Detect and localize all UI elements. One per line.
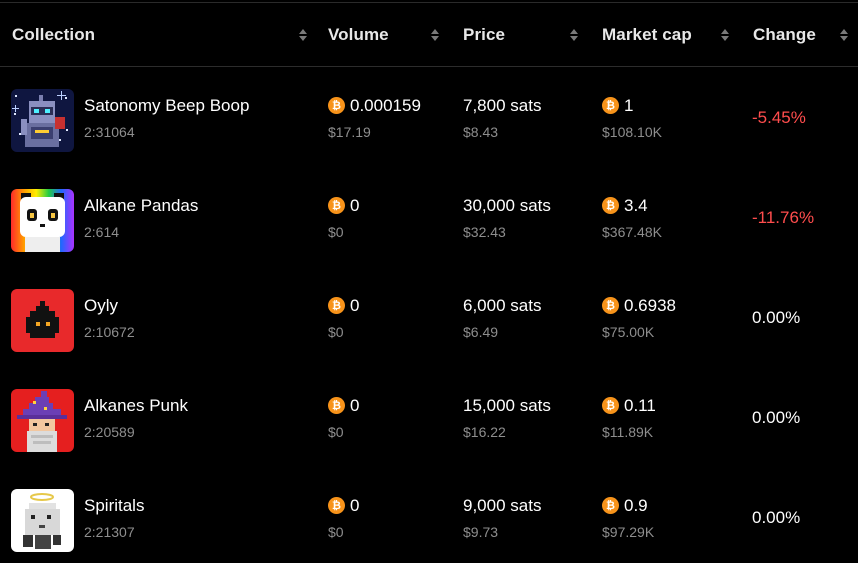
volume-btc: 0 bbox=[350, 496, 360, 515]
collection-id: 2:20589 bbox=[84, 424, 135, 440]
bitcoin-icon: ₿ bbox=[328, 397, 345, 414]
volume-btc: 0 bbox=[350, 396, 360, 415]
bitcoin-icon: ₿ bbox=[602, 497, 619, 514]
volume-btc: 0.000159 bbox=[350, 96, 421, 115]
sort-icon[interactable] bbox=[839, 28, 849, 42]
market-cap-btc: 0.11 bbox=[624, 396, 656, 415]
collection-id: 2:31064 bbox=[84, 124, 135, 140]
bitcoin-icon: ₿ bbox=[328, 297, 345, 314]
column-header-market-cap[interactable]: Market cap bbox=[602, 3, 730, 67]
price-usd: $8.43 bbox=[463, 124, 499, 140]
volume-usd: $0 bbox=[328, 324, 344, 340]
volume-usd: $0 bbox=[328, 424, 344, 440]
sort-icon[interactable] bbox=[720, 28, 730, 42]
collection-name[interactable]: Spiritals bbox=[84, 496, 144, 516]
table-row[interactable]: Satonomy Beep Boop 2:31064 ₿ 0.000159 $1… bbox=[0, 68, 858, 168]
market-cap-btc: 3.4 bbox=[624, 196, 648, 215]
volume-usd: $0 bbox=[328, 224, 344, 240]
bitcoin-icon: ₿ bbox=[328, 97, 345, 114]
market-cap-usd: $108.10K bbox=[602, 124, 662, 140]
change-percent: 0.00% bbox=[752, 308, 801, 327]
bitcoin-icon: ₿ bbox=[602, 297, 619, 314]
volume-usd: $17.19 bbox=[328, 124, 371, 140]
bitcoin-icon: ₿ bbox=[328, 497, 345, 514]
sort-icon[interactable] bbox=[569, 28, 579, 42]
collection-name[interactable]: Alkanes Punk bbox=[84, 396, 188, 416]
table-row[interactable]: Alkane Pandas 2:614 ₿ 0 $0 30,000 sats $… bbox=[0, 168, 858, 268]
panda-avatar-icon bbox=[11, 189, 74, 252]
column-header-label: Market cap bbox=[602, 25, 692, 44]
column-header-label: Price bbox=[463, 25, 506, 44]
bitcoin-icon: ₿ bbox=[328, 197, 345, 214]
price-usd: $6.49 bbox=[463, 324, 499, 340]
volume-btc: 0 bbox=[350, 196, 360, 215]
collection-id: 2:10672 bbox=[84, 324, 135, 340]
change-percent: -11.76% bbox=[752, 208, 815, 227]
column-header-label: Volume bbox=[328, 25, 389, 44]
volume-btc: 0 bbox=[350, 296, 360, 315]
column-header-label: Collection bbox=[12, 25, 96, 44]
price-sats: 7,800 sats bbox=[463, 96, 542, 115]
column-header-collection[interactable]: Collection bbox=[12, 3, 308, 67]
market-cap-btc: 0.9 bbox=[624, 496, 648, 515]
price-usd: $9.73 bbox=[463, 524, 499, 540]
market-cap-btc: 1 bbox=[624, 96, 634, 115]
oil-drop-avatar-icon bbox=[11, 289, 74, 352]
table-row[interactable]: Alkanes Punk 2:20589 ₿ 0 $0 15,000 sats … bbox=[0, 368, 858, 468]
wizard-avatar-icon bbox=[11, 389, 74, 452]
collection-name[interactable]: Satonomy Beep Boop bbox=[84, 96, 249, 116]
column-header-label: Change bbox=[753, 25, 816, 44]
ghost-avatar-icon bbox=[11, 489, 74, 552]
price-sats: 30,000 sats bbox=[463, 196, 551, 215]
column-header-price[interactable]: Price bbox=[463, 3, 579, 67]
change-percent: 0.00% bbox=[752, 508, 801, 527]
change-percent: -5.45% bbox=[752, 108, 806, 127]
table-row[interactable]: Spiritals 2:21307 ₿ 0 $0 9,000 sats $9.7… bbox=[0, 468, 858, 563]
collection-name[interactable]: Alkane Pandas bbox=[84, 196, 198, 216]
price-usd: $16.22 bbox=[463, 424, 506, 440]
sort-icon[interactable] bbox=[298, 28, 308, 42]
collection-id: 2:21307 bbox=[84, 524, 135, 540]
change-percent: 0.00% bbox=[752, 408, 801, 427]
market-cap-usd: $367.48K bbox=[602, 224, 662, 240]
bitcoin-icon: ₿ bbox=[602, 197, 619, 214]
market-cap-btc: 0.6938 bbox=[624, 296, 676, 315]
market-cap-usd: $75.00K bbox=[602, 324, 655, 340]
table-row[interactable]: Oyly 2:10672 ₿ 0 $0 6,000 sats $6.49 ₿ 0… bbox=[0, 268, 858, 368]
price-sats: 15,000 sats bbox=[463, 396, 551, 415]
table-header: Collection Volume Price Market cap Chang… bbox=[0, 3, 858, 67]
robot-avatar-icon bbox=[11, 89, 74, 152]
market-cap-usd: $11.89K bbox=[602, 424, 654, 440]
price-sats: 6,000 sats bbox=[463, 296, 542, 315]
bitcoin-icon: ₿ bbox=[602, 97, 619, 114]
volume-usd: $0 bbox=[328, 524, 344, 540]
column-header-change[interactable]: Change bbox=[753, 3, 849, 67]
market-cap-usd: $97.29K bbox=[602, 524, 655, 540]
collection-id: 2:614 bbox=[84, 224, 120, 240]
bitcoin-icon: ₿ bbox=[602, 397, 619, 414]
sort-icon[interactable] bbox=[430, 28, 440, 42]
column-header-volume[interactable]: Volume bbox=[328, 3, 440, 67]
price-sats: 9,000 sats bbox=[463, 496, 542, 515]
price-usd: $32.43 bbox=[463, 224, 506, 240]
collection-name[interactable]: Oyly bbox=[84, 296, 118, 316]
